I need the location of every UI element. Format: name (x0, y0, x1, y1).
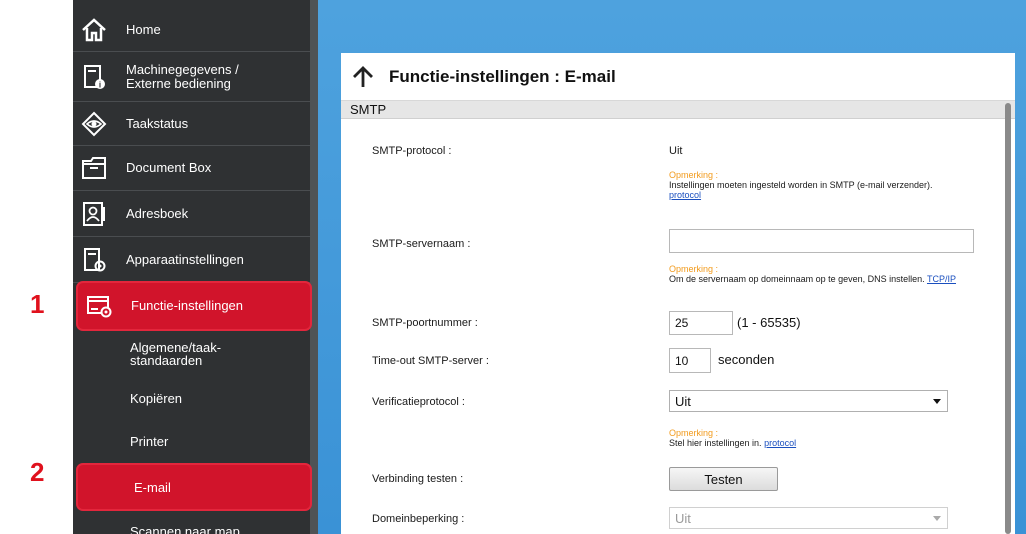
sidebar-item-label: Apparaatinstellingen (126, 251, 244, 267)
note-text: Instellingen moeten ingesteld worden in … (669, 180, 933, 190)
protocol-link[interactable]: protocol (764, 438, 796, 448)
smtp-protocol-value: Uit (669, 145, 683, 157)
verification-protocol-select[interactable]: Uit (669, 390, 948, 412)
domain-restriction-label: Domeinbeperking : (372, 513, 465, 525)
sidebar-subitem-general-defaults[interactable]: Algemene/taak- standaarden (73, 334, 310, 374)
sidebar-item-label: Home (126, 21, 161, 37)
test-connection-label: Verbinding testen : (372, 473, 464, 485)
sidebar: Home i Machinegegevens / Externe bedieni… (73, 0, 318, 534)
note-text: Om de servernaam op domeinnaam op te gev… (669, 274, 925, 284)
smtp-timeout-input[interactable]: 10 (669, 348, 711, 373)
function-settings-icon (84, 292, 114, 320)
sidebar-item-home[interactable]: Home (73, 8, 310, 52)
sidebar-item-function-settings[interactable]: Functie-instellingen (76, 281, 312, 331)
select-value: Uit (675, 510, 691, 526)
step-badge-2: 2 (30, 457, 45, 487)
main-area: Functie-instellingen : E-mail SMTP SMTP-… (318, 0, 1026, 534)
domain-restriction-select[interactable]: Uit (669, 507, 948, 529)
eye-icon (79, 110, 109, 138)
device-settings-icon (79, 246, 109, 274)
folder-icon (79, 154, 109, 182)
sidebar-item-machine-info[interactable]: i Machinegegevens / Externe bediening (73, 52, 310, 102)
sidebar-subitem-printer[interactable]: Printer (73, 421, 310, 461)
sidebar-item-address-book[interactable]: Adresboek (73, 191, 310, 237)
test-button[interactable]: Testen (669, 467, 778, 491)
note-text: Stel hier instellingen in. (669, 438, 762, 448)
sidebar-item-device-settings[interactable]: Apparaatinstellingen (73, 237, 310, 283)
scrollbar[interactable] (1005, 103, 1011, 534)
page-title: Functie-instellingen : E-mail (389, 66, 616, 86)
note-server-name: Opmerking : Om de servernaam op domeinna… (669, 264, 969, 284)
sidebar-item-document-box[interactable]: Document Box (73, 146, 310, 191)
section-header-smtp: SMTP (341, 101, 1015, 119)
sidebar-item-label: Functie-instellingen (131, 298, 244, 313)
verification-protocol-label: Verificatieprotocol : (372, 396, 465, 408)
step-badge-1: 1 (30, 289, 45, 319)
protocol-link[interactable]: protocol (669, 190, 701, 200)
sidebar-subitem-label: Scannen naar map (130, 524, 240, 534)
sidebar-subitem-label: E-mail (134, 479, 171, 495)
chevron-down-icon (933, 516, 941, 521)
home-icon (79, 16, 109, 44)
sidebar-subitem-label: Kopiëren (130, 390, 183, 406)
address-book-icon (79, 200, 109, 228)
smtp-port-label: SMTP-poortnummer : (372, 317, 478, 329)
sidebar-subitem-email[interactable]: E-mail (76, 463, 312, 511)
tcp-ip-link[interactable]: TCP/IP (927, 274, 956, 284)
sidebar-item-job-status[interactable]: Taakstatus (73, 102, 310, 146)
smtp-server-name-label: SMTP-servernaam : (372, 238, 471, 250)
sidebar-subitem-copy[interactable]: Kopiëren (73, 378, 310, 418)
smtp-protocol-label: SMTP-protocol : (372, 145, 452, 157)
sidebar-subitem-label: Algemene/taak- standaarden (130, 341, 221, 367)
sidebar-subitem-label: Printer (130, 433, 169, 449)
smtp-timeout-label: Time-out SMTP-server : (372, 355, 489, 367)
note-verification: Opmerking : Stel hier instellingen in. p… (669, 428, 969, 448)
note-heading: Opmerking : (669, 264, 719, 274)
settings-panel: Functie-instellingen : E-mail SMTP SMTP-… (341, 53, 1015, 534)
label-line-2: Externe bediening (126, 75, 231, 91)
arrow-up-icon[interactable] (349, 63, 377, 91)
label-line-2: standaarden (130, 353, 203, 368)
device-info-icon: i (79, 63, 109, 91)
select-value: Uit (675, 393, 691, 409)
panel-header: Functie-instellingen : E-mail (341, 53, 1015, 101)
port-range-text: (1 - 65535) (737, 315, 801, 330)
note-heading: Opmerking : (669, 170, 719, 180)
smtp-port-input[interactable]: 25 (669, 311, 733, 335)
svg-text:i: i (99, 80, 101, 89)
label-line-1: Machinegegevens / (126, 61, 239, 77)
sidebar-item-label: Taakstatus (126, 115, 189, 131)
sidebar-divider (310, 0, 318, 534)
timeout-unit-text: seconden (718, 352, 775, 367)
note-smtp-protocol: Opmerking : Instellingen moeten ingestel… (669, 170, 969, 200)
sidebar-item-label: Adresboek (126, 205, 189, 221)
smtp-server-name-input[interactable] (669, 229, 974, 253)
chevron-down-icon (933, 399, 941, 404)
sidebar-subitem-scan-to-folder[interactable]: Scannen naar map (73, 516, 310, 534)
sidebar-item-label: Document Box (126, 160, 212, 175)
note-heading: Opmerking : (669, 428, 719, 438)
sidebar-item-label: Machinegegevens / Externe bediening (126, 61, 239, 91)
